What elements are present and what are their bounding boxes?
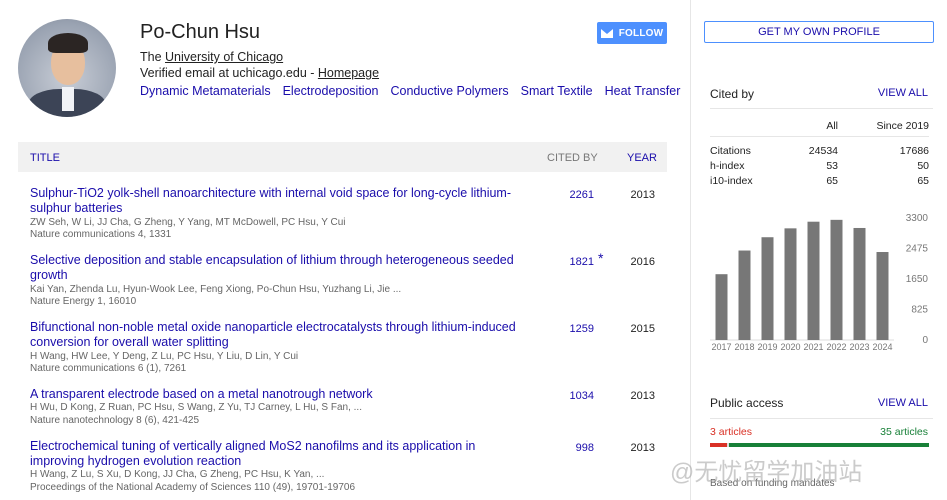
public-access-title: Public access (710, 396, 784, 410)
available-count: 35 articles (880, 426, 928, 438)
x-tick-label: 2021 (803, 342, 823, 352)
stats-since: 17686 (899, 144, 929, 157)
profile-affiliation: The University of Chicago (140, 50, 284, 64)
article-venue: Nature communications 4, 1331 (30, 229, 172, 240)
article-authors: H Wu, D Kong, Z Ruan, PC Hsu, S Wang, Z … (30, 402, 362, 413)
public-access-view-all-link[interactable]: VIEW ALL (878, 397, 928, 409)
stats-row: h-index 53 50 (710, 158, 929, 173)
chart-bar-2022[interactable] (830, 219, 843, 340)
article-year: 2013 (630, 390, 655, 402)
article-title[interactable]: Bifunctional non-noble metal oxide nanop… (30, 320, 520, 350)
y-tick-label: 0 (922, 335, 928, 346)
article-year: 2013 (630, 442, 655, 454)
chart-bar-2018[interactable] (738, 250, 751, 340)
stats-col-all: All (826, 120, 838, 132)
chart-bar-2017[interactable] (715, 274, 728, 340)
article-title[interactable]: A transparent electrode based on a metal… (30, 387, 520, 402)
watermark: @无忧留学加油站 (670, 459, 863, 486)
divider (710, 418, 933, 419)
cited-by-count[interactable]: 1259 (558, 323, 594, 335)
article-year: 2013 (630, 189, 655, 201)
article-title[interactable]: Electrochemical tuning of vertically ali… (30, 439, 520, 469)
cited-by-count[interactable]: 1034 (558, 390, 594, 402)
interest-link[interactable]: Smart Textile (521, 84, 593, 98)
stats-header-row: All Since 2019 (710, 116, 929, 137)
y-tick-label: 825 (911, 305, 928, 316)
article-authors: Kai Yan, Zhenda Lu, Hyun-Wook Lee, Feng … (30, 284, 402, 295)
x-tick-label: 2022 (826, 342, 846, 352)
x-tick-label: 2023 (849, 342, 869, 352)
sort-by-year[interactable]: YEAR (627, 152, 657, 164)
profile-name: Po-Chun Hsu (140, 21, 261, 43)
stats-since: 50 (917, 159, 929, 172)
article-venue: Nature nanotechnology 8 (6), 421-425 (30, 415, 200, 426)
citations-per-year-chart: 2017 2018 2019 2020 2021 2022 2023 2024 3300 2475… (710, 213, 929, 352)
get-my-own-profile-button[interactable]: GET MY OWN PROFILE (704, 21, 934, 43)
x-tick-label: 2017 (711, 342, 731, 352)
sort-by-title[interactable]: TITLE (30, 152, 60, 164)
interest-link[interactable]: Dynamic Metamaterials (140, 84, 271, 98)
homepage-link[interactable]: Homepage (318, 66, 379, 80)
chart-bar-2023[interactable] (853, 227, 866, 340)
article-title[interactable]: Sulphur-TiO2 yolk-shell nanoarchitecture… (30, 186, 520, 216)
chart-bar-2024[interactable] (876, 252, 889, 340)
article-authors: H Wang, Z Lu, S Xu, D Kong, JJ Cha, G Zh… (30, 469, 325, 480)
article-venue: Nature Energy 1, 16010 (30, 296, 137, 307)
x-tick-label: 2020 (780, 342, 800, 352)
cited-by-view-all-link[interactable]: VIEW ALL (878, 87, 928, 99)
x-tick-label: 2018 (734, 342, 754, 352)
divider (710, 108, 933, 109)
interests-list: Dynamic Metamaterials Electrodeposition … (140, 84, 680, 98)
cited-by-header[interactable]: CITED BY (547, 152, 598, 164)
cited-by-count[interactable]: 2261 (558, 189, 594, 201)
x-tick-label: 2019 (757, 342, 777, 352)
table-header: TITLE CITED BY YEAR (18, 142, 667, 172)
stats-all: 24534 (808, 144, 838, 157)
article-year: 2016 (630, 256, 655, 268)
stats-row: i10-index 65 65 (710, 173, 929, 188)
stats-label[interactable]: Citations (710, 145, 800, 157)
profile-email: Verified email at uchicago.edu - Homepag… (140, 66, 380, 80)
interest-link[interactable]: Heat Transfer (605, 84, 681, 98)
gap-segment (727, 443, 729, 447)
article-authors: H Wang, HW Lee, Y Deng, Z Lu, PC Hsu, Y … (30, 351, 299, 362)
stats-since: 65 (917, 174, 929, 187)
article-authors: ZW Seh, W Li, JJ Cha, G Zheng, Y Yang, M… (30, 217, 346, 228)
stats-row: Citations 24534 17686 (710, 143, 929, 158)
y-tick-label: 3300 (906, 213, 929, 224)
avatar (18, 19, 116, 117)
citation-stats-table: All Since 2019 Citations 24534 17686 h-i… (710, 116, 929, 188)
affiliation-link[interactable]: University of Chicago (165, 50, 283, 64)
x-tick-label: 2024 (872, 342, 892, 352)
interest-link[interactable]: Conductive Polymers (391, 84, 509, 98)
cited-by-title: Cited by (710, 87, 755, 101)
not-available-segment (710, 443, 727, 447)
y-tick-label: 1650 (906, 274, 929, 285)
stats-label[interactable]: i10-index (710, 175, 800, 187)
chart-bar-2021[interactable] (807, 221, 820, 340)
follow-button[interactable]: FOLLOW (597, 22, 667, 44)
cited-by-count[interactable]: 998 (558, 442, 594, 454)
cited-by-count[interactable]: 1821 (558, 256, 594, 268)
chart-bar-2019[interactable] (761, 237, 774, 340)
stats-all: 53 (826, 159, 838, 172)
star-icon: * (598, 250, 604, 266)
interest-link[interactable]: Electrodeposition (283, 84, 379, 98)
not-available-count: 3 articles (710, 426, 753, 438)
stats-all: 65 (826, 174, 838, 187)
article-year: 2015 (630, 323, 655, 335)
article-venue: Nature communications 6 (1), 7261 (30, 363, 187, 374)
stats-col-since: Since 2019 (876, 120, 929, 132)
y-tick-label: 2475 (906, 244, 929, 255)
chart-bar-2020[interactable] (784, 228, 797, 340)
stats-label[interactable]: h-index (710, 160, 800, 172)
publications-panel: Po-Chun Hsu The University of Chicago Ve… (0, 0, 690, 500)
article-venue: Proceedings of the National Academy of S… (30, 482, 356, 493)
sidebar: GET MY OWN PROFILE Cited by VIEW ALL All… (691, 0, 947, 500)
envelope-icon (600, 28, 613, 38)
public-access-bar (710, 443, 929, 447)
article-title[interactable]: Selective deposition and stable encapsul… (30, 253, 520, 283)
